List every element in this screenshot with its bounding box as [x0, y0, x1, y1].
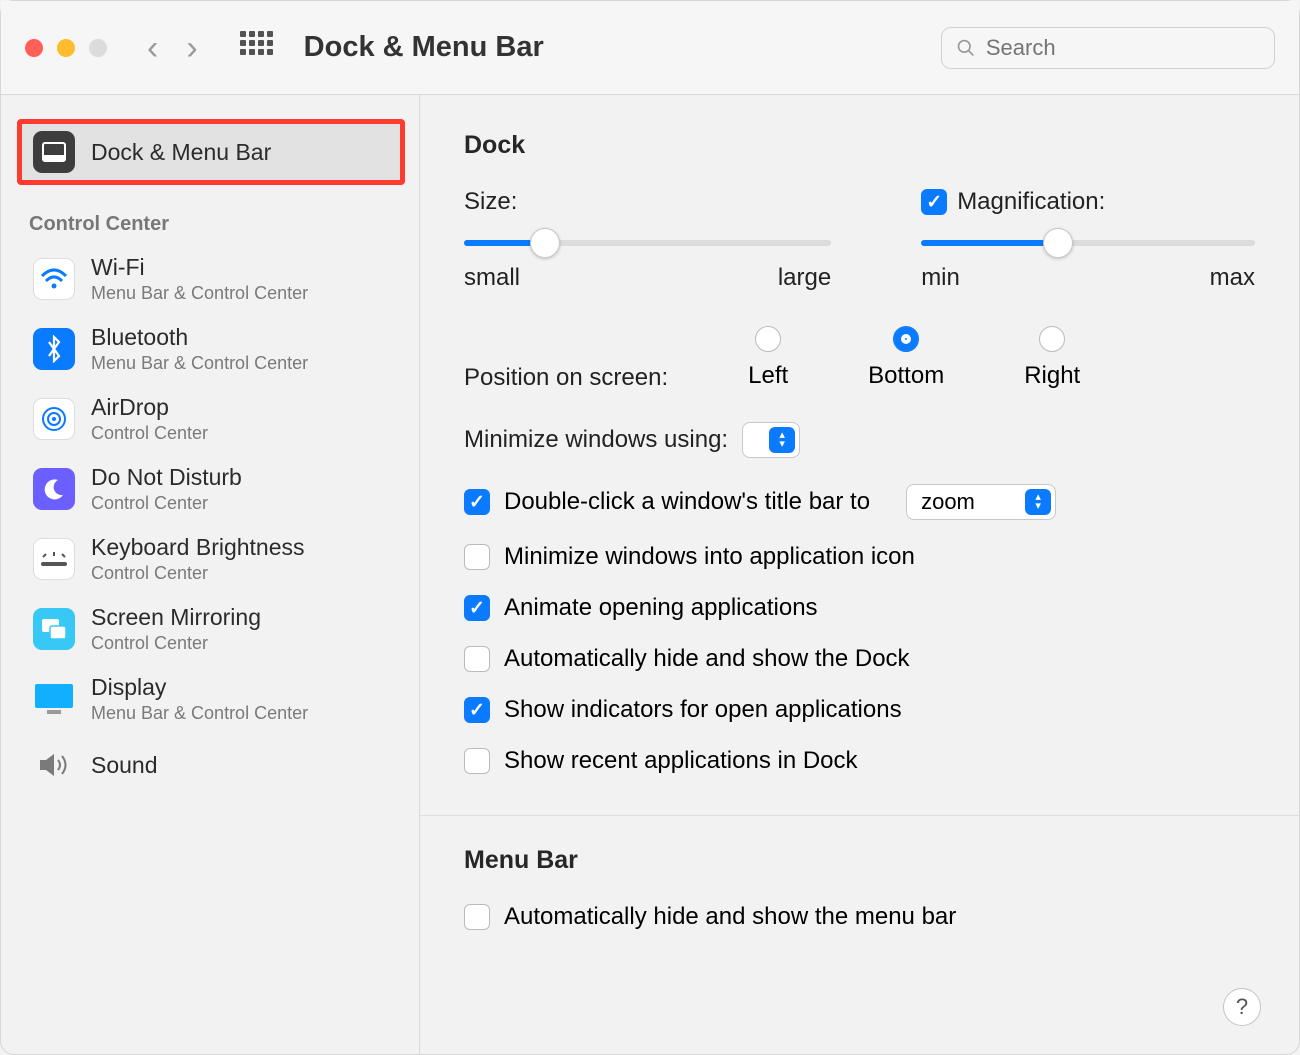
- dock-header: Dock: [464, 131, 1255, 160]
- autohide-menubar-checkbox[interactable]: [464, 904, 490, 930]
- zoom-window: [89, 39, 107, 57]
- sidebar-item-sound[interactable]: Sound: [1, 734, 419, 796]
- size-label: Size:: [464, 188, 517, 216]
- sidebar-item-label: Screen Mirroring: [91, 604, 261, 631]
- opt-label: Minimize windows into application icon: [504, 543, 915, 571]
- sidebar-item-sublabel: Control Center: [91, 423, 208, 444]
- airdrop-icon: [33, 398, 75, 440]
- dblclick-label: Double-click a window's title bar to: [504, 488, 870, 516]
- display-icon: [33, 678, 75, 720]
- size-slider[interactable]: [464, 240, 831, 246]
- opt-label: Automatically hide and show the Dock: [504, 645, 910, 673]
- sidebar-item-dnd[interactable]: Do Not Disturb Control Center: [1, 454, 419, 524]
- close-window[interactable]: [25, 39, 43, 57]
- divider: [420, 815, 1299, 816]
- sidebar-item-airdrop[interactable]: AirDrop Control Center: [1, 384, 419, 454]
- search-field[interactable]: [941, 27, 1275, 69]
- show-recent-apps-checkbox[interactable]: [464, 748, 490, 774]
- select-arrows-icon: [1025, 489, 1051, 515]
- size-min-label: small: [464, 264, 520, 292]
- position-left-radio[interactable]: [755, 326, 781, 352]
- sidebar-item-sublabel: Menu Bar & Control Center: [91, 283, 308, 304]
- sidebar-item-display[interactable]: Display Menu Bar & Control Center: [1, 664, 419, 734]
- minimize-using-label: Minimize windows using:: [464, 426, 728, 454]
- sidebar-item-label: Bluetooth: [91, 324, 308, 351]
- sidebar-item-sublabel: Menu Bar & Control Center: [91, 703, 308, 724]
- opt-label: Show recent applications in Dock: [504, 747, 858, 775]
- sidebar-item-label: Dock & Menu Bar: [91, 139, 271, 166]
- speaker-icon: [33, 744, 75, 786]
- minimize-window[interactable]: [57, 39, 75, 57]
- magnification-slider[interactable]: [921, 240, 1255, 246]
- moon-icon: [33, 468, 75, 510]
- position-bottom-label: Bottom: [868, 362, 944, 390]
- content-pane: Dock Size: small large Magnification:: [420, 95, 1299, 1054]
- sidebar-item-dock-menubar[interactable]: Dock & Menu Bar: [19, 121, 403, 183]
- nav-arrows: ‹ ›: [147, 31, 198, 65]
- sidebar-item-wifi[interactable]: Wi-Fi Menu Bar & Control Center: [1, 244, 419, 314]
- mag-max-label: max: [1210, 264, 1255, 292]
- sidebar[interactable]: Dock & Menu Bar Control Center Wi-Fi Men…: [1, 95, 420, 1054]
- show-indicators-checkbox[interactable]: [464, 697, 490, 723]
- sidebar-item-sublabel: Control Center: [91, 633, 261, 654]
- sidebar-item-sublabel: Control Center: [91, 493, 242, 514]
- keyboard-brightness-icon: [33, 538, 75, 580]
- screen-mirroring-icon: [33, 608, 75, 650]
- sidebar-section-header: Control Center: [1, 191, 419, 244]
- search-input[interactable]: [986, 35, 1260, 61]
- sidebar-item-bluetooth[interactable]: Bluetooth Menu Bar & Control Center: [1, 314, 419, 384]
- position-right-radio[interactable]: [1039, 326, 1065, 352]
- dblclick-action-select[interactable]: zoom: [906, 484, 1056, 520]
- sidebar-item-label: Display: [91, 674, 308, 701]
- position-label: Position on screen:: [464, 364, 668, 392]
- sidebar-item-label: Do Not Disturb: [91, 464, 242, 491]
- dock-menubar-icon: [33, 131, 75, 173]
- position-bottom-radio[interactable]: [893, 326, 919, 352]
- position-right-label: Right: [1024, 362, 1080, 390]
- window-title: Dock & Menu Bar: [304, 31, 941, 64]
- sidebar-item-label: Wi-Fi: [91, 254, 308, 281]
- dblclick-action-value: zoom: [921, 489, 975, 515]
- show-all-prefs-icon[interactable]: [240, 31, 274, 65]
- sidebar-item-label: Sound: [91, 752, 158, 779]
- window-controls: [25, 39, 107, 57]
- position-left-label: Left: [748, 362, 788, 390]
- sidebar-item-label: Keyboard Brightness: [91, 534, 305, 561]
- sidebar-item-label: AirDrop: [91, 394, 208, 421]
- help-button[interactable]: ?: [1223, 988, 1261, 1026]
- opt-label: Animate opening applications: [504, 594, 818, 622]
- sidebar-item-screen-mirroring[interactable]: Screen Mirroring Control Center: [1, 594, 419, 664]
- menubar-header: Menu Bar: [464, 846, 1255, 875]
- animate-opening-checkbox[interactable]: [464, 595, 490, 621]
- titlebar: ‹ › Dock & Menu Bar: [1, 1, 1299, 95]
- autohide-dock-checkbox[interactable]: [464, 646, 490, 672]
- menubar-opt-label: Automatically hide and show the menu bar: [504, 903, 956, 931]
- magnification-label: Magnification:: [957, 188, 1105, 216]
- minimize-using-select[interactable]: [742, 422, 800, 458]
- bluetooth-icon: [33, 328, 75, 370]
- mag-min-label: min: [921, 264, 960, 292]
- size-max-label: large: [778, 264, 831, 292]
- sidebar-item-sublabel: Menu Bar & Control Center: [91, 353, 308, 374]
- sidebar-item-kbd-brightness[interactable]: Keyboard Brightness Control Center: [1, 524, 419, 594]
- back-button[interactable]: ‹: [147, 31, 158, 65]
- sidebar-item-sublabel: Control Center: [91, 563, 305, 584]
- opt-label: Show indicators for open applications: [504, 696, 902, 724]
- wifi-icon: [33, 258, 75, 300]
- minimize-into-icon-checkbox[interactable]: [464, 544, 490, 570]
- search-icon: [956, 37, 976, 59]
- dblclick-checkbox[interactable]: [464, 489, 490, 515]
- select-arrows-icon: [769, 427, 795, 453]
- magnification-checkbox[interactable]: [921, 189, 947, 215]
- forward-button: ›: [186, 31, 197, 65]
